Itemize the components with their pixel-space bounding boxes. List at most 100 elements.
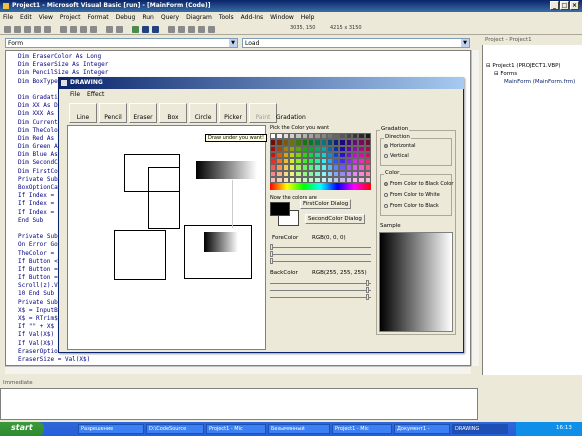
gradation-group-title: Gradation <box>380 126 410 132</box>
undo-icon[interactable] <box>106 26 113 33</box>
ide-title-text: Project1 - Microsoft Visual Basic [run] … <box>12 2 211 9</box>
object-browser-icon[interactable] <box>198 26 205 33</box>
tree-item-forms[interactable]: ⊟ Forms <box>486 70 575 78</box>
find-icon[interactable] <box>90 26 97 33</box>
menu-diagram[interactable]: Diagram <box>186 14 212 23</box>
back-red-slider[interactable] <box>270 283 371 284</box>
radio-horizontal[interactable]: Horizontal <box>384 143 416 149</box>
drawing-menu-bar: File Effect <box>70 91 104 98</box>
paint-tool-button[interactable]: Paint <box>249 103 277 123</box>
ide-toolbar: 3035, 150 4215 x 3150 <box>0 23 582 35</box>
maximize-icon[interactable]: □ <box>560 1 569 10</box>
fore-red-slider[interactable] <box>270 247 371 248</box>
fore-green-slider[interactable] <box>270 254 371 255</box>
chevron-down-icon[interactable]: ▼ <box>229 39 237 47</box>
tree-item-project[interactable]: ⊟ Project1 (PROJECT1.VBP) <box>486 62 575 70</box>
break-icon[interactable] <box>142 26 149 33</box>
menu-query[interactable]: Query <box>161 14 179 23</box>
start-run-icon[interactable] <box>132 26 139 33</box>
object-combo[interactable]: Form ▼ <box>5 38 238 48</box>
chevron-down-icon[interactable]: ▼ <box>461 39 469 47</box>
menu-format[interactable]: Format <box>87 14 108 23</box>
eraser-tool-button[interactable]: Eraser <box>129 103 157 123</box>
back-blue-slider[interactable] <box>270 297 371 298</box>
redo-icon[interactable] <box>116 26 123 33</box>
menu-project[interactable]: Project <box>60 14 81 23</box>
code-line: Dim EraserColor As Long <box>18 53 102 60</box>
menu-tools[interactable]: Tools <box>219 14 234 23</box>
add-form-icon[interactable] <box>14 26 21 33</box>
circle-tool-button[interactable]: Circle <box>189 103 217 123</box>
menu-debug[interactable]: Debug <box>116 14 136 23</box>
radio-label: Vertical <box>390 153 409 159</box>
color-palette[interactable] <box>270 133 371 183</box>
box-tool-button[interactable]: Box <box>159 103 187 123</box>
slider-thumb[interactable] <box>366 280 369 286</box>
radio-vertical[interactable]: Vertical <box>384 153 409 159</box>
code-horizontal-scrollbar[interactable] <box>5 366 471 374</box>
procedure-combo[interactable]: Load ▼ <box>242 38 470 48</box>
task-button[interactable]: Project1 - Mic <box>206 424 266 434</box>
add-project-icon[interactable] <box>4 26 11 33</box>
task-button[interactable]: Безымянный <box>268 424 330 434</box>
cut-icon[interactable] <box>60 26 67 33</box>
menu-run[interactable]: Run <box>142 14 154 23</box>
drawing-title-bar: DRAWING <box>58 77 464 89</box>
tab-gradation[interactable]: Gradation <box>276 114 306 121</box>
task-button[interactable]: D:\CodeSource <box>146 424 204 434</box>
radio-label: From Color to Black Color <box>390 181 454 187</box>
color-group-title: Color <box>384 170 401 176</box>
back-green-slider[interactable] <box>270 290 371 291</box>
properties-icon[interactable] <box>178 26 185 33</box>
menu-file[interactable]: File <box>3 14 13 23</box>
slider-thumb[interactable] <box>366 294 369 300</box>
paste-icon[interactable] <box>80 26 87 33</box>
first-color-swatch[interactable] <box>270 202 290 216</box>
slider-thumb[interactable] <box>270 251 273 257</box>
task-button-active[interactable]: DRAWING <box>452 424 508 434</box>
object-combo-value: Form <box>8 40 24 47</box>
tree-item-mainform[interactable]: MainForm (MainForm.frm) <box>486 78 575 86</box>
project-explorer-icon[interactable] <box>168 26 175 33</box>
task-button[interactable]: Документ1 - <box>394 424 450 434</box>
fore-blue-slider[interactable] <box>270 261 371 262</box>
start-button[interactable]: start <box>0 422 44 436</box>
procedure-combo-value: Load <box>245 40 260 47</box>
minimize-icon[interactable]: _ <box>550 1 559 10</box>
code-vertical-scrollbar[interactable] <box>471 50 479 366</box>
slider-thumb[interactable] <box>366 287 369 293</box>
immediate-window[interactable] <box>0 388 478 420</box>
menu-edit[interactable]: Edit <box>20 14 32 23</box>
open-icon[interactable] <box>34 26 41 33</box>
line-tool-button[interactable]: Line <box>69 103 97 123</box>
radio-color-to-white[interactable]: From Color to White <box>384 192 440 198</box>
menu-view[interactable]: View <box>39 14 53 23</box>
copy-icon[interactable] <box>70 26 77 33</box>
palette-label: Pick the Color you want <box>270 125 330 131</box>
close-icon[interactable]: × <box>570 1 579 10</box>
color-spectrum-bar[interactable] <box>270 183 371 190</box>
picker-tool-button[interactable]: Picker <box>219 103 247 123</box>
slider-thumb[interactable] <box>270 258 273 264</box>
toolbox-icon[interactable] <box>208 26 215 33</box>
end-icon[interactable] <box>152 26 159 33</box>
radio-color-to-black[interactable]: From Color to Black <box>384 203 439 209</box>
task-button[interactable]: Разрешение <box>78 424 144 434</box>
menu-add-ins[interactable]: Add-Ins <box>241 14 263 23</box>
drawn-box <box>114 230 166 280</box>
menu-window[interactable]: Window <box>270 14 294 23</box>
system-tray <box>516 422 582 436</box>
menu-editor-icon[interactable] <box>24 26 31 33</box>
form-layout-icon[interactable] <box>188 26 195 33</box>
radio-color-to-black-color[interactable]: From Color to Black Color <box>384 181 453 187</box>
first-color-dialog-button[interactable]: FirstColor Dialog <box>300 199 352 209</box>
drawing-menu-file[interactable]: File <box>70 91 80 98</box>
save-icon[interactable] <box>44 26 51 33</box>
menu-help[interactable]: Help <box>301 14 315 23</box>
pencil-tool-button[interactable]: Pencil <box>99 103 127 123</box>
drawing-canvas[interactable]: Draw under you want! <box>67 125 267 350</box>
slider-thumb[interactable] <box>270 244 273 250</box>
drawing-menu-effect[interactable]: Effect <box>87 91 104 98</box>
task-button[interactable]: Project1 - Mic <box>332 424 392 434</box>
second-color-dialog-button[interactable]: SecondColor Dialog <box>305 214 365 224</box>
